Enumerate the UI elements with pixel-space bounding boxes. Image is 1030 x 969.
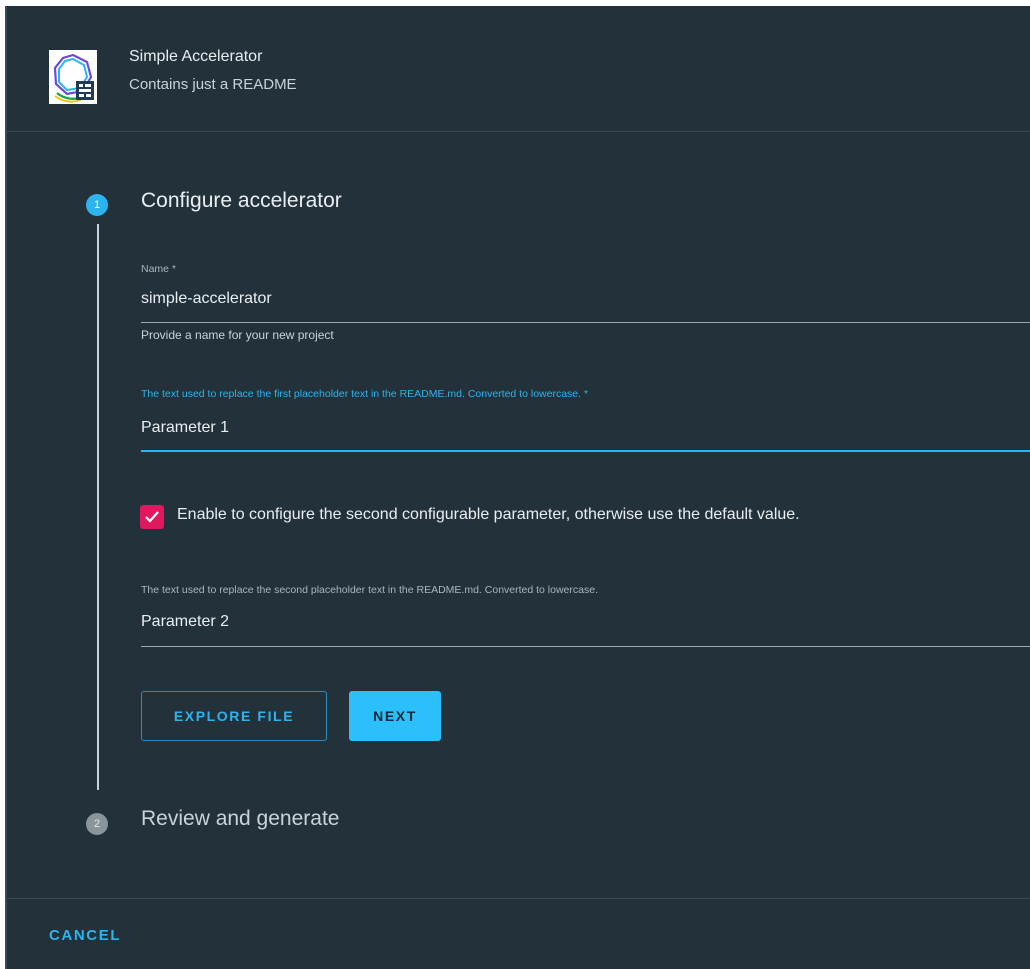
cancel-button[interactable]: CANCEL [49, 927, 121, 944]
parameter-1-label: The text used to replace the first place… [141, 388, 589, 400]
accelerator-dialog: Simple Accelerator Contains just a READM… [7, 6, 1030, 969]
dialog-header: Simple Accelerator Contains just a READM… [7, 6, 1030, 132]
enable-second-parameter-checkbox[interactable] [140, 505, 164, 529]
parameter-2-label: The text used to replace the second plac… [141, 584, 598, 596]
footer-divider [7, 898, 1030, 899]
name-field-label: Name * [141, 263, 177, 275]
parameter-2-underline [141, 646, 1030, 647]
accelerator-logo-icon [49, 50, 97, 104]
name-input[interactable] [141, 286, 1030, 312]
next-button[interactable]: NEXT [349, 691, 441, 741]
step-2-title[interactable]: Review and generate [141, 807, 339, 831]
accelerator-description: Contains just a README [129, 76, 297, 93]
parameter-2-input[interactable] [141, 609, 1030, 635]
name-input-underline [141, 322, 1030, 323]
name-helper-text: Provide a name for your new project [141, 328, 334, 342]
accelerator-title: Simple Accelerator [129, 48, 263, 65]
page: Simple Accelerator Contains just a READM… [0, 0, 1030, 969]
step-1-indicator: 1 [86, 194, 108, 216]
explore-file-button[interactable]: EXPLORE FILE [141, 691, 327, 741]
parameter-1-input[interactable] [141, 415, 1030, 441]
checkmark-icon [145, 511, 159, 523]
step-2-indicator: 2 [86, 813, 108, 835]
step-connector [97, 224, 99, 790]
parameter-1-underline [141, 450, 1030, 452]
enable-second-parameter-label[interactable]: Enable to configure the second configura… [177, 506, 800, 524]
step-1-title[interactable]: Configure accelerator [141, 189, 342, 213]
